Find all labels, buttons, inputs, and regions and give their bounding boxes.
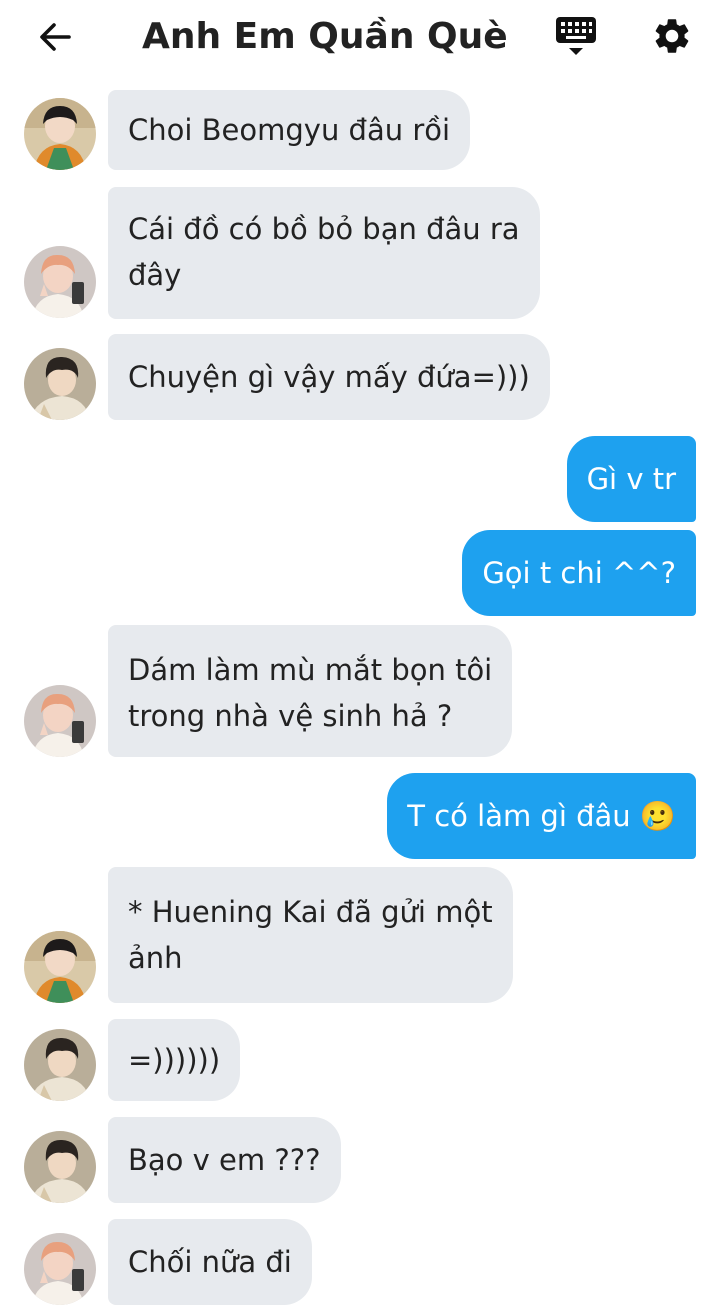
arrow-left-icon xyxy=(40,23,71,51)
chat-header: Anh Em Quần Què xyxy=(0,0,720,76)
message-text: Bạo v em ??? xyxy=(128,1143,321,1177)
avatar-a-image xyxy=(24,98,96,170)
avatar-c-image xyxy=(24,348,96,420)
message-text: Chuyện gì vậy mấy đứa=))) xyxy=(128,360,530,394)
message-text-line: đây xyxy=(128,258,182,292)
chat-title: Anh Em Quần Què xyxy=(142,16,508,57)
message-bubble-outgoing[interactable]: Gọi t chi ^^? xyxy=(462,530,696,616)
message-bubble-outgoing[interactable]: Gì v tr xyxy=(566,436,696,522)
message-text: Chối nữa đi xyxy=(128,1245,292,1279)
avatar[interactable] xyxy=(24,1131,96,1203)
message-text-line: ảnh xyxy=(128,941,183,975)
settings-button[interactable] xyxy=(646,10,698,62)
avatar-c-image xyxy=(24,1131,96,1203)
message-bubble-incoming[interactable]: Bạo v em ??? xyxy=(108,1117,341,1203)
message-text: Gì v tr xyxy=(586,462,676,496)
message-text: T có làm gì đâu 🥲 xyxy=(407,799,676,833)
message-bubble-incoming[interactable]: Chuyện gì vậy mấy đứa=))) xyxy=(108,334,550,420)
avatar-b-image xyxy=(24,246,96,318)
avatar-b-image xyxy=(24,1233,96,1305)
back-button[interactable] xyxy=(30,14,80,60)
message-bubble-incoming[interactable]: Chối nữa đi xyxy=(108,1219,312,1305)
avatar[interactable] xyxy=(24,685,96,757)
message-text: Choi Beomgyu đâu rồi xyxy=(128,113,451,147)
gear-icon xyxy=(655,19,689,53)
message-bubble-outgoing[interactable]: T có làm gì đâu 🥲 xyxy=(387,773,696,859)
message-text-line: trong nhà vệ sinh hả ? xyxy=(128,699,453,733)
message-bubble-incoming[interactable]: Dám làm mù mắt bọn tôi trong nhà vệ sinh… xyxy=(108,625,513,757)
message-text-line: Dám làm mù mắt bọn tôi xyxy=(128,653,493,687)
message-text: =)))))) xyxy=(128,1043,221,1077)
message-bubble-incoming[interactable]: =)))))) xyxy=(108,1019,241,1101)
keyboard-button[interactable] xyxy=(550,10,602,62)
avatar[interactable] xyxy=(24,931,96,1003)
avatar[interactable] xyxy=(24,348,96,420)
message-bubble-incoming[interactable]: Choi Beomgyu đâu rồi xyxy=(108,90,471,170)
avatar-c-image xyxy=(24,1029,96,1101)
message-text-line: * Huening Kai đã gửi một xyxy=(128,895,493,929)
avatar-b-image xyxy=(24,685,96,757)
message-bubble-incoming[interactable]: Cái đồ có bồ bỏ bạn đâu ra đây xyxy=(108,187,540,319)
message-text-line: Cái đồ có bồ bỏ bạn đâu ra xyxy=(128,212,520,246)
keyboard-icon xyxy=(556,17,596,55)
message-bubble-incoming[interactable]: * Huening Kai đã gửi một ảnh xyxy=(108,867,513,1003)
message-text: Gọi t chi ^^? xyxy=(482,556,676,590)
avatar[interactable] xyxy=(24,246,96,318)
avatar[interactable] xyxy=(24,1233,96,1305)
avatar[interactable] xyxy=(24,98,96,170)
avatar[interactable] xyxy=(24,1029,96,1101)
avatar-a-image xyxy=(24,931,96,1003)
